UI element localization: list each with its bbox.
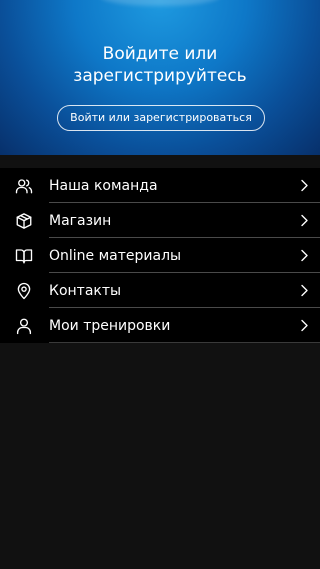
menu-item-label: Контакты bbox=[49, 283, 122, 299]
users-icon bbox=[15, 177, 33, 195]
menu-item-label: Online материалы bbox=[49, 248, 182, 264]
main-menu: Наша команда Магазин Online материалы Ко… bbox=[0, 168, 320, 343]
menu-item-shop[interactable]: Магазин bbox=[0, 203, 320, 238]
header-glow bbox=[100, 0, 220, 6]
map-pin-icon bbox=[15, 282, 33, 300]
menu-item-label: Наша команда bbox=[49, 178, 158, 194]
menu-item-my-trainings[interactable]: Мои тренировки bbox=[0, 308, 320, 343]
user-icon bbox=[15, 317, 33, 335]
menu-item-label: Магазин bbox=[49, 213, 112, 229]
screen: Войдите или зарегистрируйтесь Войти или … bbox=[0, 0, 320, 569]
menu-item-our-team[interactable]: Наша команда bbox=[0, 168, 320, 203]
menu-item-label: Мои тренировки bbox=[49, 318, 171, 334]
book-icon bbox=[15, 247, 33, 265]
chevron-right-icon bbox=[299, 214, 309, 227]
menu-item-online-materials[interactable]: Online материалы bbox=[0, 238, 320, 273]
box-icon bbox=[15, 212, 33, 230]
chevron-right-icon bbox=[299, 319, 309, 332]
login-or-register-button[interactable]: Войти или зарегистрироваться bbox=[57, 105, 265, 131]
login-prompt-title: Войдите или зарегистрируйтесь bbox=[73, 44, 247, 86]
login-header: Войдите или зарегистрируйтесь Войти или … bbox=[0, 0, 320, 155]
chevron-right-icon bbox=[299, 249, 309, 262]
menu-divider bbox=[49, 342, 320, 343]
chevron-right-icon bbox=[299, 284, 309, 297]
chevron-right-icon bbox=[299, 179, 309, 192]
menu-item-contacts[interactable]: Контакты bbox=[0, 273, 320, 308]
